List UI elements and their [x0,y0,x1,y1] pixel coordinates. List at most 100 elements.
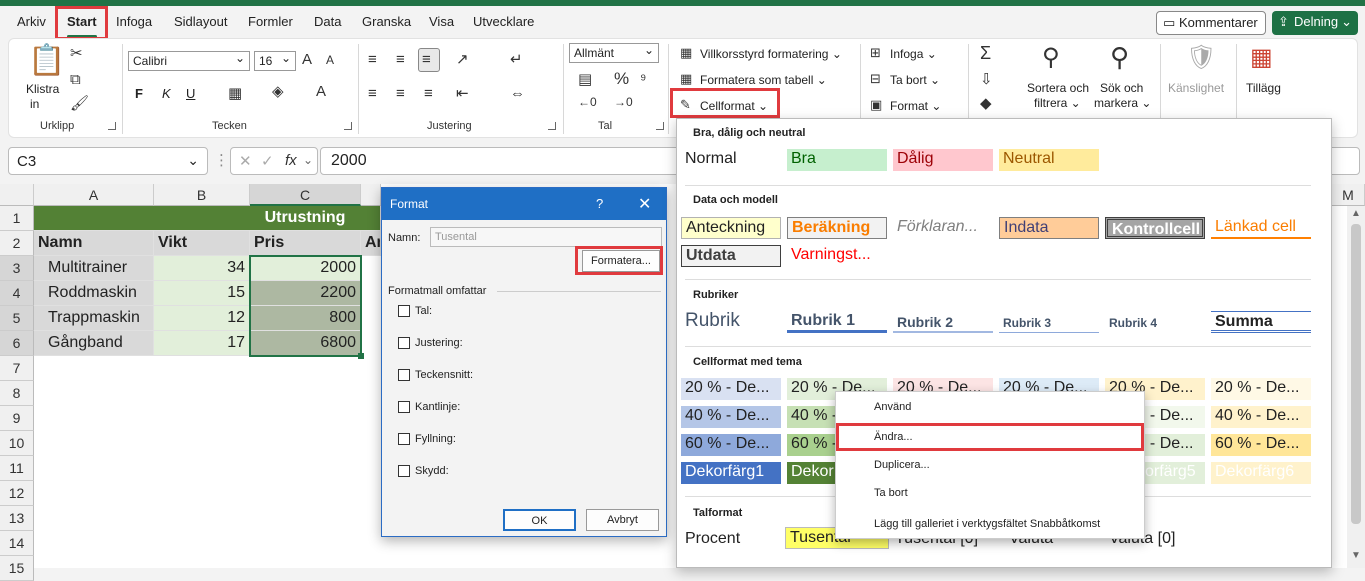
row-header[interactable]: 10 [0,431,34,456]
menu-item-delete[interactable]: Ta bort [874,487,908,499]
find-select-icon[interactable]: ⚲ [1110,44,1129,70]
table-cell[interactable]: Gångband [34,331,154,356]
align-right-icon[interactable]: ≡ [424,86,433,101]
style-check-cell[interactable]: Kontrollcell [1105,217,1205,239]
style-heading-4[interactable]: Rubrik 4 [1105,311,1205,333]
help-button[interactable]: ? [596,196,603,211]
share-button[interactable]: ⇪ Delning ⌄ [1272,11,1358,35]
style-warning[interactable]: Varningst... [787,245,887,267]
row-header[interactable]: 8 [0,381,34,406]
fill-icon[interactable]: ⇩ [980,72,993,87]
increase-decimal-icon[interactable]: ←0 [578,96,597,108]
menu-item-add-to-qat[interactable]: Lägg till galleriet i verktygsfältet Sna… [874,518,1100,530]
checkbox-number[interactable] [398,305,410,317]
conditional-format-button[interactable]: Villkorsstyrd formatering ⌄ [700,47,842,61]
row-header[interactable]: 9 [0,406,34,431]
scroll-down-icon[interactable]: ▼ [1351,550,1361,561]
table-cell[interactable]: 34 [154,256,250,281]
cell-header[interactable]: Pris [250,231,361,256]
style-input[interactable]: Indata [999,217,1099,239]
checkbox-protection[interactable] [398,465,410,477]
font-color-icon[interactable]: A [316,84,326,99]
close-icon[interactable]: ✕ [638,194,651,214]
style-accent6-40[interactable]: 40 % - De... [1211,406,1311,428]
menu-item-apply[interactable]: Använd [874,401,911,413]
style-accent6[interactable]: Dekorfärg6 [1211,462,1311,484]
row-header[interactable]: 4 [0,281,34,306]
scroll-up-icon[interactable]: ▲ [1351,208,1361,219]
chevron-down-icon[interactable]: ⌄ [303,154,313,166]
style-note[interactable]: Anteckning [681,217,781,239]
align-top-icon[interactable]: ≡ [368,52,377,67]
copy-icon[interactable]: ⧉ [70,72,81,87]
style-total[interactable]: Summa [1211,311,1311,333]
cell-title[interactable]: Utrustning [34,206,381,231]
row-header[interactable]: 7 [0,356,34,381]
row-header[interactable]: 5 [0,306,34,331]
style-title[interactable]: Rubrik [681,309,781,331]
autosum-icon[interactable]: Σ [980,44,991,62]
sort-filter-label-2[interactable]: filtrera ⌄ [1034,96,1081,110]
number-launcher-icon[interactable] [656,122,664,130]
table-cell[interactable]: 17 [154,331,250,356]
sort-filter-icon[interactable]: ⚲ [1042,46,1060,70]
style-explanatory[interactable]: Förklaran... [893,217,993,239]
align-left-icon[interactable]: ≡ [368,86,377,101]
checkbox-border[interactable] [398,401,410,413]
name-box[interactable]: C3 ⌄ [8,147,208,175]
style-heading-3[interactable]: Rubrik 3 [999,311,1099,333]
percent-icon[interactable]: % [614,70,629,87]
row-header[interactable]: 13 [0,506,34,531]
menu-item-duplicate[interactable]: Duplicera... [874,459,930,471]
tab-data[interactable]: Data [314,14,341,29]
style-output[interactable]: Utdata [681,245,781,267]
style-heading-1[interactable]: Rubrik 1 [787,311,887,333]
checkbox-alignment[interactable] [398,337,410,349]
style-accent1-40[interactable]: 40 % - De... [681,406,781,428]
addins-icon[interactable]: ▦ [1250,46,1273,70]
number-format-select[interactable]: Allmänt [569,43,659,63]
align-middle-icon[interactable]: ≡ [396,52,405,67]
paste-label-2[interactable]: in [30,97,39,111]
find-select-label[interactable]: Sök och [1100,81,1143,95]
tab-utvecklare[interactable]: Utvecklare [473,14,534,29]
style-linked-cell[interactable]: Länkad cell [1211,217,1311,239]
scroll-thumb[interactable] [1351,224,1361,524]
format-as-table-button[interactable]: Formatera som tabell ⌄ [700,73,827,87]
cell-header[interactable]: Namn [34,231,154,256]
insert-cells-button[interactable]: Infoga ⌄ [890,47,937,61]
column-header[interactable]: C [250,184,361,206]
fill-handle[interactable] [358,353,364,359]
underline-button[interactable]: U [186,86,195,101]
sort-filter-label[interactable]: Sortera och [1027,81,1089,95]
style-name-field[interactable]: Tusental [430,227,662,247]
tab-infoga[interactable]: Infoga [116,14,152,29]
fill-color-icon[interactable]: ◈ [272,84,284,99]
select-all-corner[interactable] [0,184,34,206]
cut-icon[interactable]: ✂ [70,46,83,61]
style-accent1[interactable]: Dekorfärg1 [681,462,781,484]
confirm-icon[interactable]: ✓ [261,154,274,169]
column-header[interactable]: M [1332,184,1365,206]
row-header[interactable]: 12 [0,481,34,506]
decrease-indent-icon[interactable]: ⇤ [456,86,469,101]
style-accent6-60[interactable]: 60 % - De... [1211,434,1311,456]
table-cell[interactable]: Trappmaskin [34,306,154,331]
grow-font-icon[interactable]: A [302,52,312,67]
table-cell[interactable]: 12 [154,306,250,331]
paste-icon[interactable]: 📋 [28,46,65,76]
clear-icon[interactable]: ◆ [980,96,992,111]
tab-arkiv[interactable]: Arkiv [17,14,46,29]
column-header[interactable] [361,184,381,206]
style-normal[interactable]: Normal [681,149,777,171]
table-cell[interactable]: 15 [154,281,250,306]
font-name-select[interactable]: Calibri [128,51,250,71]
alignment-launcher-icon[interactable] [548,122,556,130]
row-header[interactable]: 11 [0,456,34,481]
comments-button[interactable]: ▭ Kommentarer [1156,11,1266,35]
format-painter-icon[interactable]: 🖌 [70,96,89,111]
more-icon[interactable]: ⋮ [214,153,229,168]
row-header[interactable]: 2 [0,231,34,256]
font-launcher-icon[interactable] [344,122,352,130]
checkbox-font[interactable] [398,369,410,381]
